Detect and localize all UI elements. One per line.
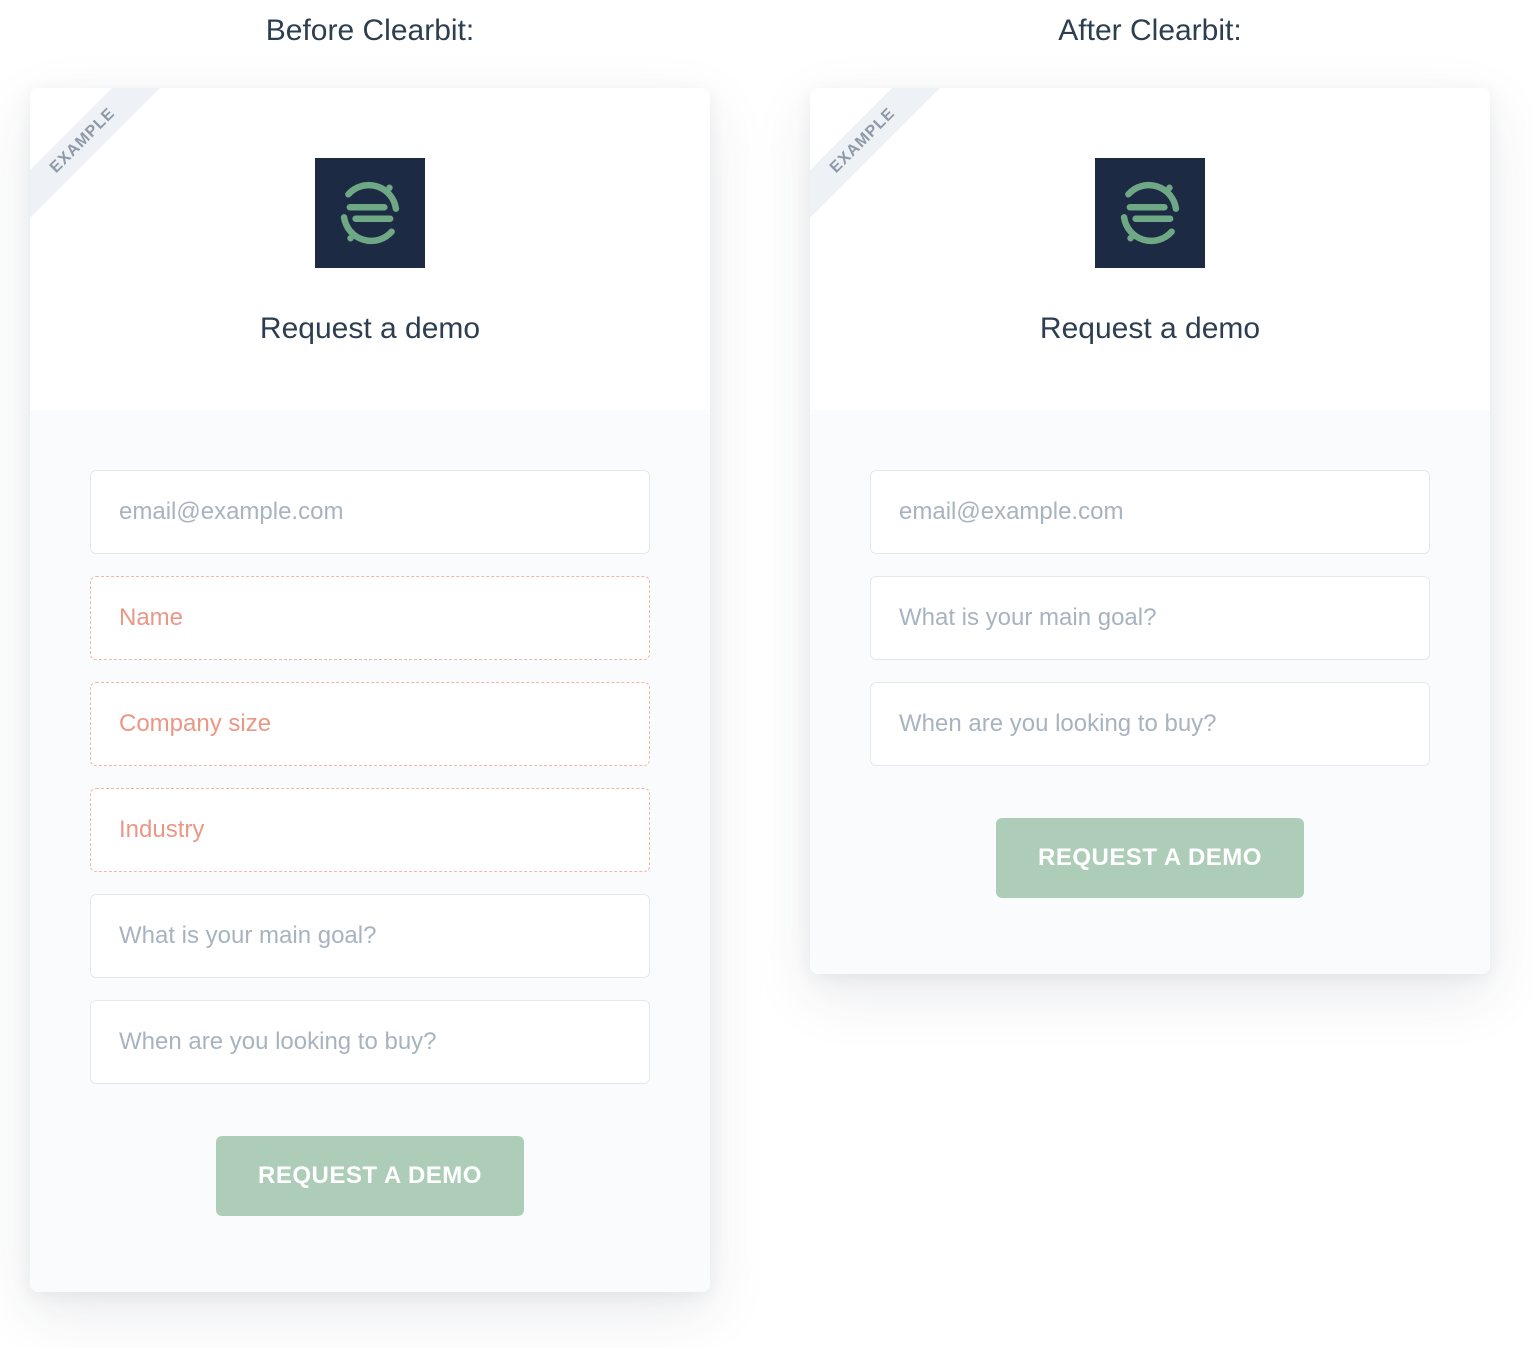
segment-logo-icon: [1095, 158, 1205, 268]
before-column: Before Clearbit: EXAMPLE: [30, 0, 710, 1292]
buy-timeline-field[interactable]: [90, 1000, 650, 1084]
before-card: EXAMPLE Request a demo: [30, 88, 710, 1292]
after-form: REQUEST A DEMO: [810, 410, 1490, 974]
email-field[interactable]: [90, 470, 650, 554]
after-column: After Clearbit: EXAMPLE: [810, 0, 1490, 1292]
email-field[interactable]: [870, 470, 1430, 554]
form-heading: Request a demo: [50, 312, 690, 346]
request-demo-button[interactable]: REQUEST A DEMO: [216, 1136, 524, 1216]
before-form: REQUEST A DEMO: [30, 410, 710, 1292]
main-goal-field[interactable]: [870, 576, 1430, 660]
industry-field[interactable]: [90, 788, 650, 872]
form-heading: Request a demo: [830, 312, 1470, 346]
submit-wrap: REQUEST A DEMO: [90, 1136, 650, 1216]
name-field[interactable]: [90, 576, 650, 660]
request-demo-button[interactable]: REQUEST A DEMO: [996, 818, 1304, 898]
company-size-field[interactable]: [90, 682, 650, 766]
segment-logo-svg: [334, 177, 406, 249]
segment-logo-svg: [1114, 177, 1186, 249]
segment-logo-icon: [315, 158, 425, 268]
card-header: Request a demo: [810, 88, 1490, 410]
submit-wrap: REQUEST A DEMO: [870, 818, 1430, 898]
card-header: Request a demo: [30, 88, 710, 410]
before-title: Before Clearbit:: [266, 14, 474, 48]
comparison-container: Before Clearbit: EXAMPLE: [0, 0, 1533, 1292]
main-goal-field[interactable]: [90, 894, 650, 978]
after-card: EXAMPLE Request a demo: [810, 88, 1490, 974]
after-title: After Clearbit:: [1058, 14, 1241, 48]
buy-timeline-field[interactable]: [870, 682, 1430, 766]
